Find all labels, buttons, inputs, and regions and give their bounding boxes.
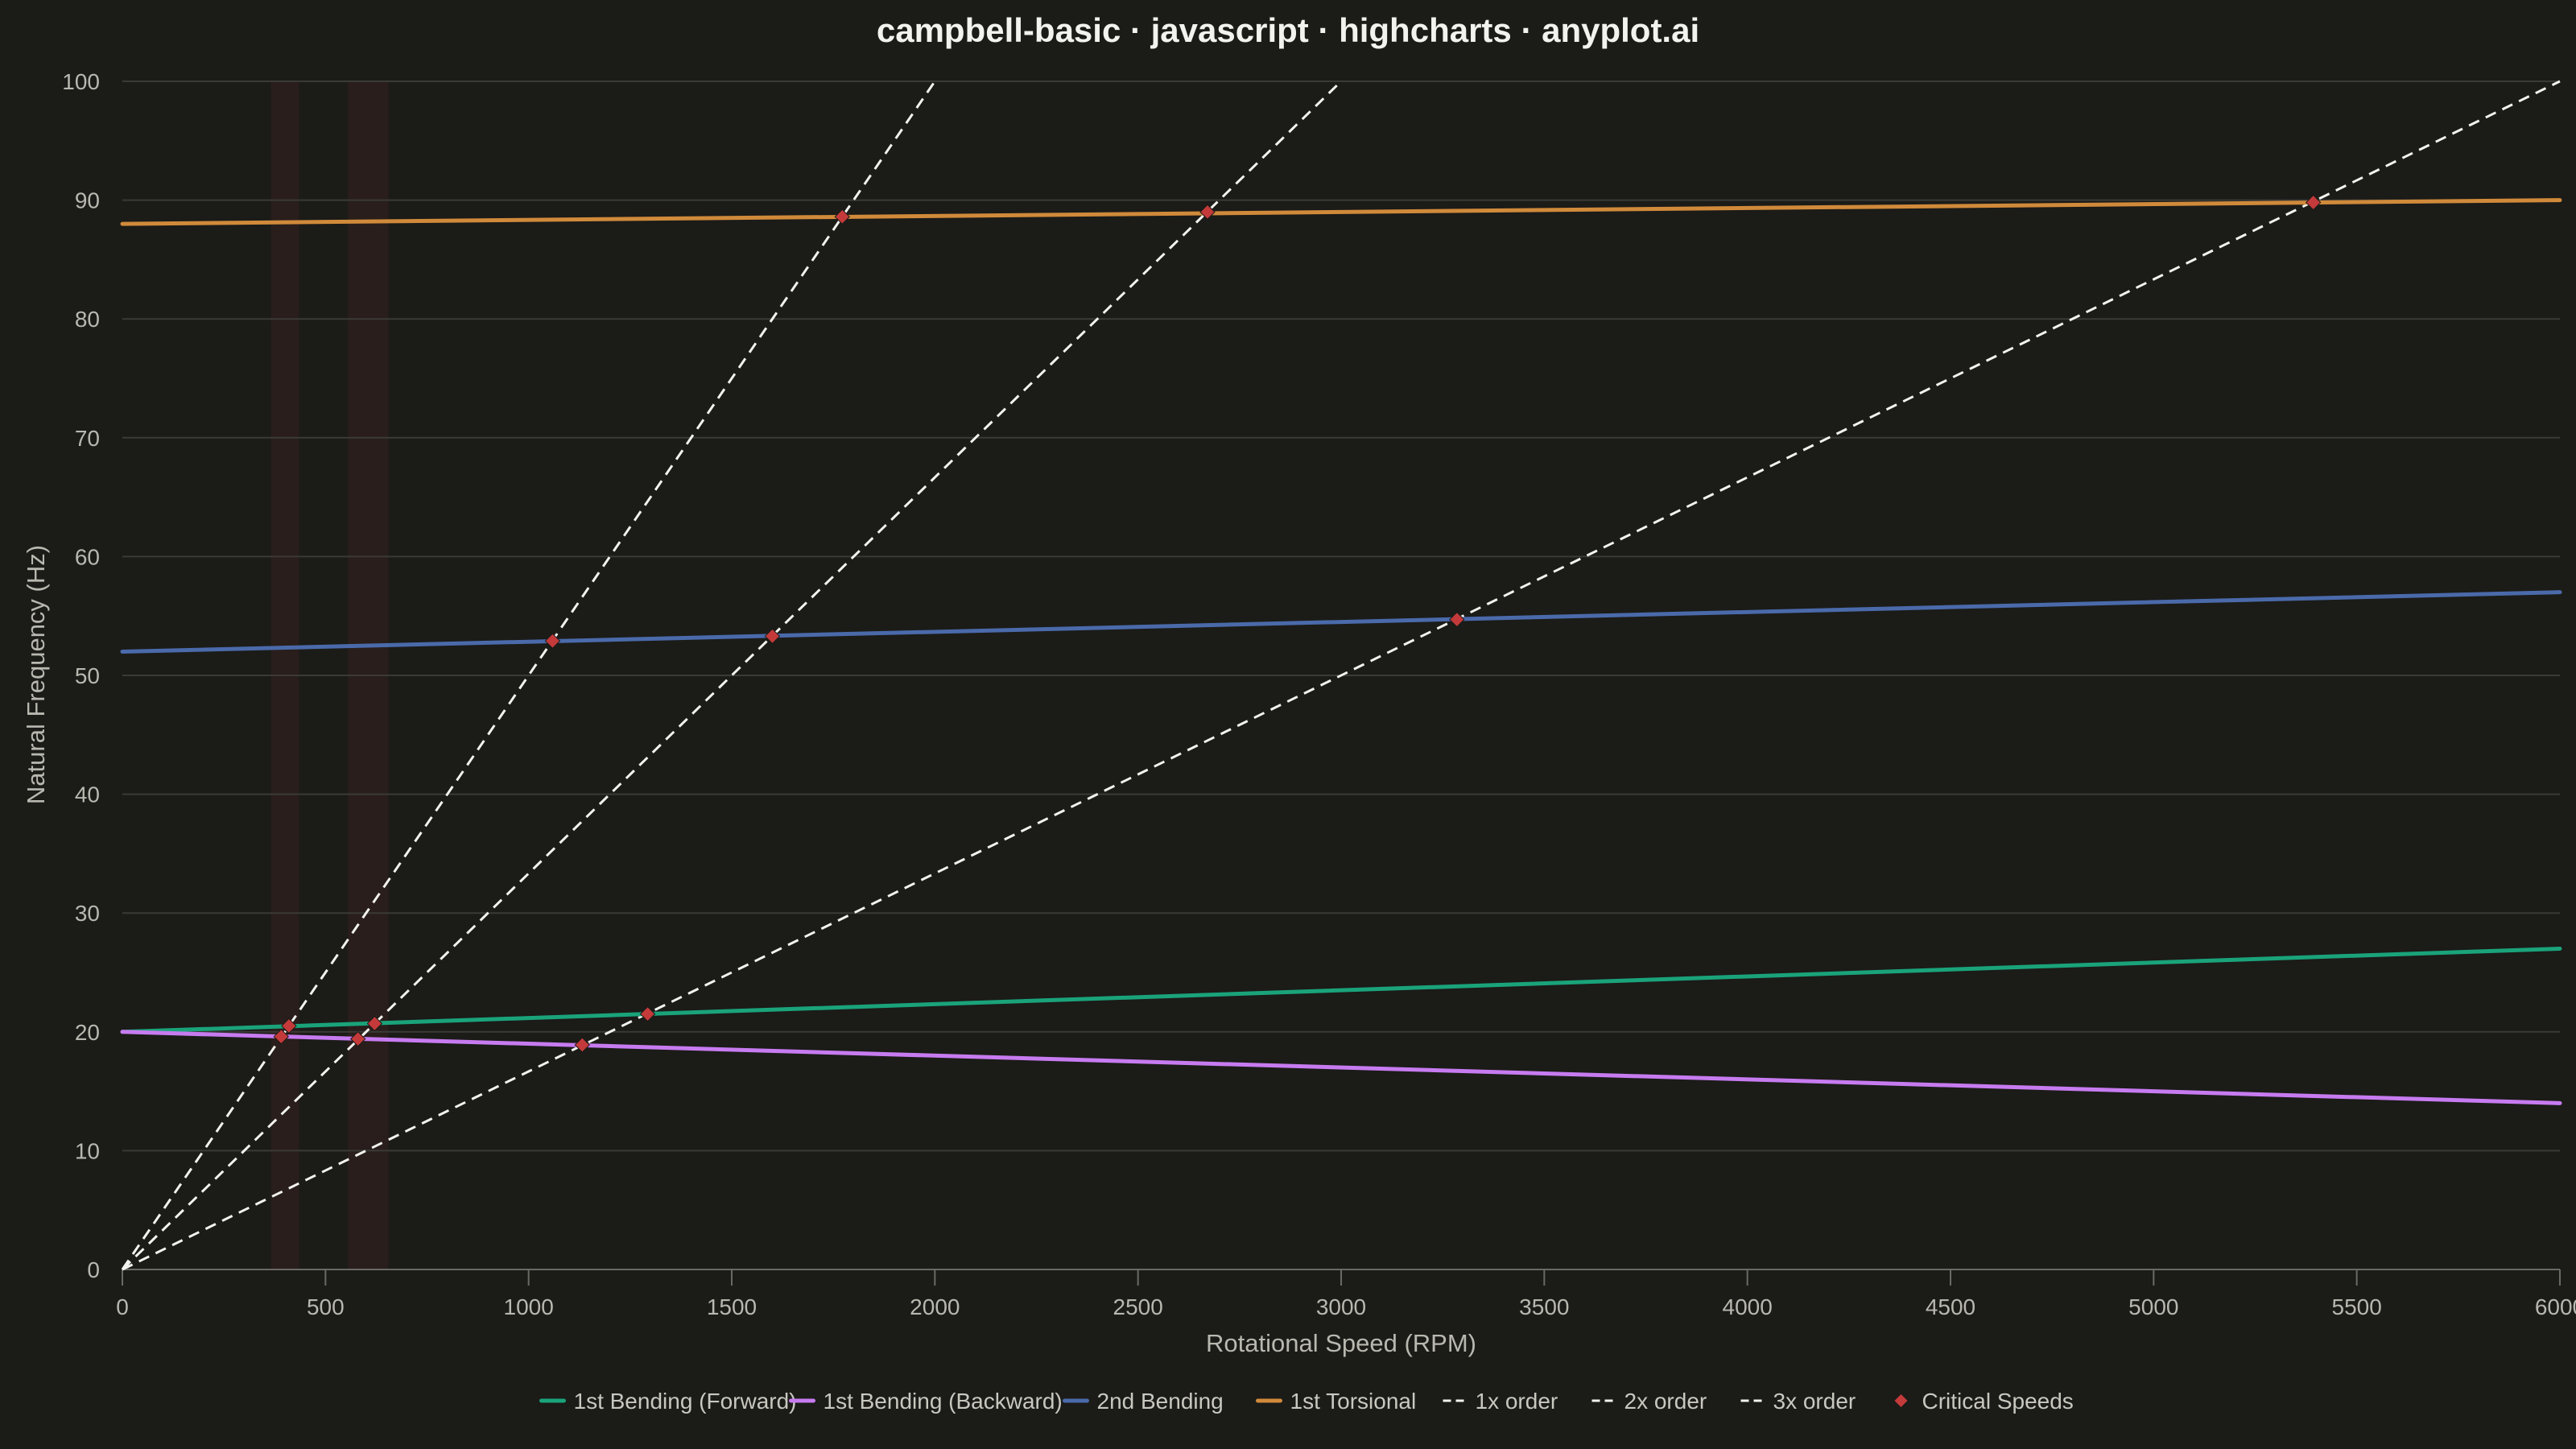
x-tick-label: 500 xyxy=(307,1294,345,1319)
y-tick-label: 10 xyxy=(75,1138,100,1163)
legend-label: 2nd Bending xyxy=(1097,1389,1224,1414)
x-tick-label: 0 xyxy=(116,1294,129,1319)
x-tick-label: 5000 xyxy=(2128,1294,2178,1319)
legend-item[interactable]: 1st Bending (Backward) xyxy=(789,1389,1063,1414)
y-tick-label: 30 xyxy=(75,901,100,926)
chart-title: campbell-basic · javascript · highcharts… xyxy=(877,11,1699,49)
y-tick-label: 50 xyxy=(75,663,100,688)
legend-item[interactable]: Critical Speeds xyxy=(1894,1389,2074,1414)
y-tick-label: 20 xyxy=(75,1020,100,1045)
legend-label: 1st Bending (Backward) xyxy=(824,1389,1063,1414)
legend-label: 1x order xyxy=(1476,1389,1558,1414)
y-tick-label: 90 xyxy=(75,188,100,213)
x-tick-label: 5500 xyxy=(2332,1294,2382,1319)
x-tick-label: 1000 xyxy=(504,1294,554,1319)
y-tick-label: 70 xyxy=(75,426,100,451)
x-tick-label: 4000 xyxy=(1723,1294,1773,1319)
y-tick-label: 100 xyxy=(62,69,100,94)
x-tick-label: 4500 xyxy=(1926,1294,1975,1319)
x-tick-label: 3000 xyxy=(1316,1294,1366,1319)
legend-label: 2x order xyxy=(1624,1389,1707,1414)
legend-label: 1st Torsional xyxy=(1290,1389,1417,1414)
y-tick-label: 40 xyxy=(75,782,100,807)
y-tick-label: 60 xyxy=(75,544,100,569)
x-tick-label: 2000 xyxy=(910,1294,960,1319)
x-tick-label: 6000 xyxy=(2535,1294,2576,1319)
y-tick-label: 0 xyxy=(87,1257,100,1282)
x-tick-label: 3500 xyxy=(1519,1294,1569,1319)
y-axis-title: Natural Frequency (Hz) xyxy=(22,545,50,804)
legend-label: 3x order xyxy=(1773,1389,1856,1414)
campbell-chart: campbell-basic · javascript · highcharts… xyxy=(0,0,2576,1449)
x-axis-title: Rotational Speed (RPM) xyxy=(1206,1329,1476,1357)
y-tick-label: 80 xyxy=(75,307,100,332)
legend: 1st Bending (Forward) 1st Bending (Backwa… xyxy=(539,1389,2074,1414)
x-tick-label: 1500 xyxy=(707,1294,757,1319)
legend-label: Critical Speeds xyxy=(1922,1389,2074,1414)
x-tick-label: 2500 xyxy=(1113,1294,1163,1319)
legend-label: 1st Bending (Forward) xyxy=(574,1389,797,1414)
legend-item[interactable]: 1st Bending (Forward) xyxy=(539,1389,797,1414)
